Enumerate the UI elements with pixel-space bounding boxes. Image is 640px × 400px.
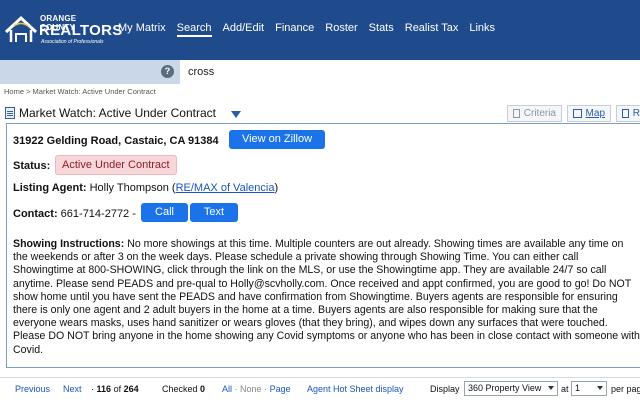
agent-hot-sheet-link[interactable]: Agent Hot Sheet display — [307, 384, 404, 394]
page-title: Market Watch: Active Under Contract — [19, 106, 216, 120]
main-nav: My Matrix Search Add/Edit Finance Roster… — [118, 22, 506, 37]
record-total: 264 — [123, 384, 139, 394]
listing-agent-label: Listing Agent: — [13, 182, 87, 194]
report-button[interactable]: R — [616, 105, 640, 122]
map-icon — [573, 109, 582, 118]
listing-agent-line: Listing Agent: Holly Thompson (RE/MAX of… — [13, 182, 278, 194]
status-label: Status: — [13, 160, 51, 172]
criteria-label: Criteria — [523, 108, 556, 119]
agent-office-close: ) — [274, 182, 279, 194]
nav-links[interactable]: Links — [469, 22, 495, 37]
per-page-select[interactable]: 1 — [571, 381, 607, 396]
checked-counter: Checked 0 — [162, 384, 205, 394]
per-page-label: per pag — [611, 384, 640, 394]
contact-phone: 661-714-2772 - — [60, 208, 136, 220]
select-none-link[interactable]: None — [240, 384, 262, 394]
help-icon[interactable]: ? — [161, 65, 174, 78]
top-nav-bar: ORANGE COUNTY REALTORS Association of Pr… — [0, 0, 640, 58]
report-icon — [622, 109, 629, 118]
at-label: at — [561, 384, 569, 394]
map-label: Map — [585, 108, 605, 119]
checked-label: Checked — [162, 384, 198, 394]
call-button[interactable]: Call — [141, 203, 188, 222]
previous-link[interactable]: Previous — [15, 384, 50, 394]
nav-stats[interactable]: Stats — [369, 22, 394, 37]
search-bar: ? — [0, 60, 640, 84]
check-select-links: All · None · Page — [222, 384, 291, 394]
chevron-down-icon — [597, 386, 603, 390]
record-dot: · — [91, 384, 94, 394]
listing-panel: 31922 Gelding Road, Castaic, CA 91384 Vi… — [6, 123, 640, 368]
nav-my-matrix[interactable]: My Matrix — [118, 22, 166, 37]
title-row: Market Watch: Active Under Contract Crit… — [0, 103, 640, 123]
logo-line-2: REALTORS — [39, 22, 123, 39]
search-input[interactable] — [182, 62, 638, 82]
display-view-select[interactable]: 360 Property View — [464, 381, 558, 396]
record-current: 116 — [96, 384, 112, 394]
next-link[interactable]: Next — [63, 384, 82, 394]
display-label: Display — [430, 384, 460, 394]
showing-instructions-label: Showing Instructions: — [13, 238, 125, 250]
contact-label: Contact: — [13, 208, 58, 220]
nav-roster[interactable]: Roster — [325, 22, 357, 37]
display-view-value: 360 Property View — [468, 383, 542, 393]
nav-finance[interactable]: Finance — [275, 22, 314, 37]
nav-realist-tax[interactable]: Realist Tax — [405, 22, 459, 37]
breadcrumb: Home > Market Watch: Active Under Contra… — [4, 87, 156, 96]
view-on-zillow-button[interactable]: View on Zillow — [229, 130, 325, 149]
agent-office-link[interactable]: RE/MAX of Valencia — [176, 182, 275, 194]
criteria-button[interactable]: Criteria — [507, 105, 562, 122]
nav-search[interactable]: Search — [176, 22, 212, 37]
search-bar-row: ? — [0, 58, 640, 84]
text-button[interactable]: Text — [190, 203, 238, 222]
checked-count: 0 — [200, 384, 206, 394]
search-left-panel: ? — [0, 60, 180, 84]
map-button[interactable]: Map — [567, 105, 611, 122]
pager-bar: Previous Next · 116 of 264 Checked 0 All… — [0, 377, 640, 400]
listing-agent-name: Holly Thompson ( — [89, 182, 176, 194]
select-page-link[interactable]: Page — [270, 384, 291, 394]
showing-instructions-text: No more showings at this time. Multiple … — [13, 238, 640, 356]
nav-add-edit[interactable]: Add/Edit — [223, 22, 265, 37]
criteria-icon — [513, 109, 520, 118]
house-logo-icon — [4, 15, 38, 42]
record-of: of — [113, 384, 122, 394]
logo-line-3: Association of Professionals — [41, 39, 104, 45]
record-counter: · 116 of 264 — [91, 384, 139, 394]
sep-1: · — [234, 384, 238, 394]
per-page-value: 1 — [575, 383, 581, 393]
select-all-link[interactable]: All — [222, 384, 232, 394]
contact-line: Contact: 661-714-2772 - — [13, 208, 136, 220]
showing-instructions: Showing Instructions: No more showings a… — [13, 238, 640, 357]
sep-2: · — [264, 384, 268, 394]
report-label: R — [632, 108, 640, 119]
status-badge: Active Under Contract — [55, 155, 177, 175]
listing-address: 31922 Gelding Road, Castaic, CA 91384 — [13, 135, 219, 147]
document-icon — [5, 107, 15, 119]
title-dropdown-icon[interactable] — [231, 111, 241, 118]
chevron-down-icon — [548, 386, 554, 390]
orange-county-realtors-logo[interactable]: ORANGE COUNTY REALTORS Association of Pr… — [4, 12, 122, 46]
